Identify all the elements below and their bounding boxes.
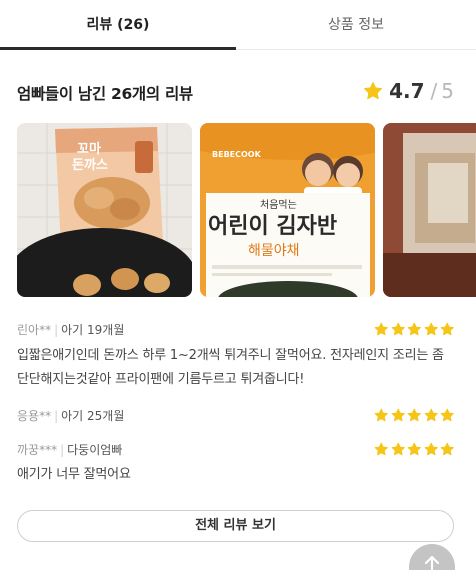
star-icon [440,322,454,336]
review-text: 애기가 너무 잘먹어요 [17,467,131,482]
star-icon [391,442,405,456]
star-icon [374,322,388,336]
star-icon [424,408,438,422]
active-tab-indicator [0,47,236,50]
star-icon [424,442,438,456]
star-icon [407,408,421,422]
review-meta: 린아** | 아기 19개월 [17,321,124,338]
review-rating [374,322,455,337]
photo-thumbnail-icon: BEBECOOK 처음먹는 어린이 김자반 해물야채 [200,123,375,297]
star-icon [374,408,388,422]
star-icon [391,408,405,422]
star-icon [440,408,454,422]
average-rating: 4.7 / 5 [363,79,454,103]
review-child-age: 아기 19개월 [61,323,125,337]
photo-thumbnail-icon [383,123,476,297]
review-author: 린아** [17,323,52,337]
svg-text:돈까스: 돈까스 [72,158,108,173]
review-meta: 까꿍*** | 다둥이엄빠 [17,441,122,458]
review-meta: 응용** | 아기 25개월 [17,407,124,424]
review-photo-2[interactable]: BEBECOOK 처음먹는 어린이 김자반 해물야채 [200,123,375,297]
meta-divider: | [54,409,59,423]
svg-text:BEBECOOK: BEBECOOK [212,150,262,159]
meta-divider: | [60,443,65,457]
rating-max: 5 [441,79,454,103]
star-icon [407,442,421,456]
rating-separator: / [430,79,438,103]
svg-text:처음먹는: 처음먹는 [260,199,297,211]
review-author: 까꿍*** [17,443,58,457]
star-icon [440,442,454,456]
view-all-reviews-button[interactable]: 전체 리뷰 보기 [17,510,454,542]
star-icon [364,82,383,100]
svg-text:어린이 김자반: 어린이 김자반 [208,214,337,239]
review-rating [374,442,455,457]
photo-thumbnail-icon: 꼬마 돈까스 [17,123,192,297]
review-author: 응용** [17,409,52,423]
star-icon [407,322,421,336]
tab-bar: 리뷰 (26) 상품 정보 [0,0,476,50]
scroll-top-button[interactable] [409,544,455,570]
star-icon [391,322,405,336]
arrow-up-icon [424,555,440,570]
star-icon [374,442,388,456]
svg-text:꼬마: 꼬마 [77,141,101,157]
review-rating [374,408,455,423]
rating-score: 4.7 [389,79,425,103]
review-child-age: 다둥이엄빠 [67,443,123,457]
review-photo-1[interactable]: 꼬마 돈까스 [17,123,192,297]
star-icon [424,322,438,336]
svg-text:해물야채: 해물야채 [248,243,300,259]
review-text: 입짧은애기인데 돈까스 하루 1~2개씩 튀겨주니 잘먹어요. 전자레인지 조리… [17,348,444,387]
review-child-age: 아기 25개월 [61,409,125,423]
tab-reviews[interactable]: 리뷰 (26) [0,0,236,50]
review-summary-title: 엄빠들이 남긴 26개의 리뷰 [17,85,193,103]
meta-divider: | [54,323,59,337]
tab-product-info[interactable]: 상품 정보 [236,0,476,50]
review-photo-3[interactable] [383,123,476,297]
